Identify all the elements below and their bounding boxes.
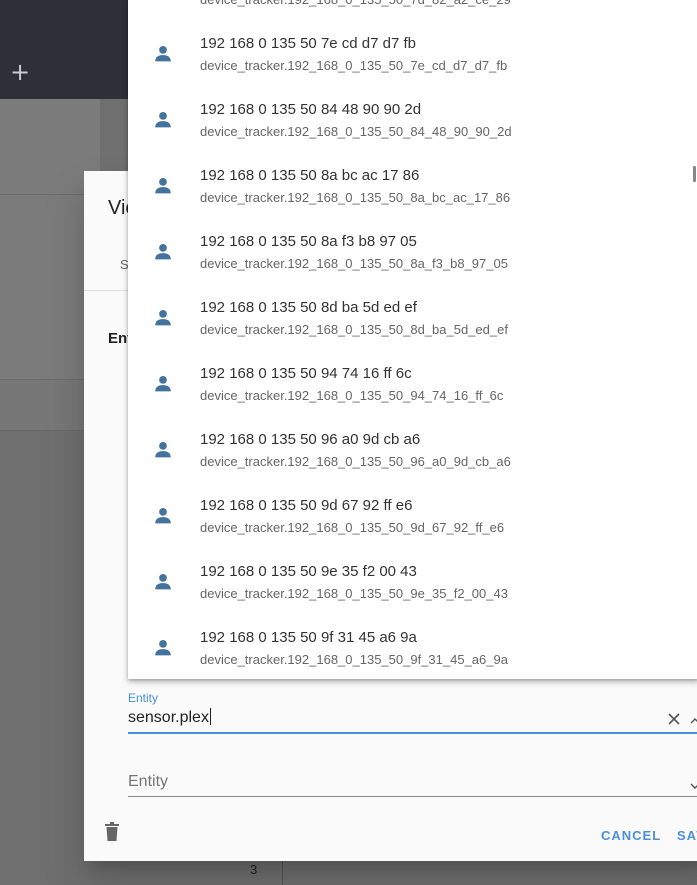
- person-icon: [152, 505, 174, 527]
- person-icon: [152, 307, 174, 329]
- person-icon: [152, 571, 174, 593]
- list-item-secondary: device_tracker.192_168_0_135_50_8a_f3_b8…: [200, 256, 508, 271]
- entity-input-underline: [128, 732, 697, 734]
- list-item[interactable]: 192 168 0 135 50 96 a0 9d cb a6 device_tr…: [128, 420, 697, 486]
- list-item-secondary: device_tracker.192_168_0_135_50_8d_ba_5d…: [200, 322, 508, 337]
- close-icon[interactable]: [666, 711, 682, 727]
- trash-icon[interactable]: [104, 822, 120, 842]
- person-icon: [152, 373, 174, 395]
- list-item[interactable]: 192 168 0 135 50 9e 35 f2 00 43 device_tr…: [128, 552, 697, 618]
- list-item-primary: 192 168 0 135 50 8a f3 b8 97 05: [200, 233, 417, 250]
- list-item[interactable]: 192 168 0 135 50 8d ba 5d ed ef device_tr…: [128, 288, 697, 354]
- list-item[interactable]: 192 168 0 135 50 8a bc ac 17 86 device_tr…: [128, 156, 697, 222]
- list-item[interactable]: 192 168 0 135 50 7d 82 a2 ce 29device_tr…: [128, 0, 697, 24]
- list-item[interactable]: 192 168 0 135 50 7e cd d7 d7 fb device_tr…: [128, 24, 697, 90]
- cancel-button[interactable]: CANCEL: [601, 828, 661, 843]
- list-item-primary: 192 168 0 135 50 8d ba 5d ed ef: [200, 299, 417, 316]
- list-item-primary: 192 168 0 135 50 84 48 90 90 2d: [200, 101, 422, 118]
- list-item-secondary: device_tracker.192_168_0_135_50_9f_31_45…: [200, 652, 508, 667]
- list-item-primary: 192 168 0 135 50 8a bc ac 17 86: [200, 167, 420, 184]
- person-icon: [152, 43, 174, 65]
- list-item-secondary: device_tracker.192_168_0_135_50_94_74_16…: [200, 388, 504, 403]
- entity-dropdown-list[interactable]: 192 168 0 135 50 9f 31 45 a6 9a device_tr…: [128, 0, 697, 679]
- background-divider: [282, 860, 283, 885]
- entity-field-2-underline: [128, 796, 697, 797]
- chevron-down-icon[interactable]: [690, 781, 697, 791]
- chevron-up-icon[interactable]: [690, 716, 697, 726]
- list-item-secondary: device_tracker.192_168_0_135_50_7d_82_a2…: [200, 0, 511, 7]
- person-icon: [152, 439, 174, 461]
- list-item-primary: 192 168 0 135 50 9d 67 92 ff e6: [200, 497, 413, 514]
- person-icon: [152, 175, 174, 197]
- list-item[interactable]: 192 168 0 135 50 94 74 16 ff 6c device_tr…: [128, 354, 697, 420]
- list-item-secondary: device_tracker.192_168_0_135_50_7e_cd_d7…: [200, 58, 508, 73]
- list-item-primary: 192 168 0 135 50 96 a0 9d cb a6: [200, 431, 421, 448]
- list-item[interactable]: 192 168 0 135 50 9d 67 92 ff e6 device_tr…: [128, 486, 697, 552]
- entity-input[interactable]: sensor.plex: [128, 708, 688, 732]
- entity-field-label: Entity: [128, 691, 159, 705]
- scrollbar-thumb[interactable]: [693, 166, 696, 182]
- person-icon: [152, 637, 174, 659]
- list-item-primary: 192 168 0 135 50 9e 35 f2 00 43: [200, 563, 417, 580]
- person-icon: [152, 241, 174, 263]
- entity-input-value: sensor.plex: [128, 709, 209, 726]
- background-number: 3: [250, 862, 258, 877]
- list-item-secondary: device_tracker.192_168_0_135_50_84_48_90…: [200, 124, 512, 139]
- list-item-secondary: device_tracker.192_168_0_135_50_9d_67_92…: [200, 520, 505, 535]
- person-icon: [152, 109, 174, 131]
- save-button[interactable]: SAV: [677, 828, 697, 843]
- list-item[interactable]: 192 168 0 135 50 9f 31 45 a6 9a device_tr…: [128, 618, 697, 679]
- text-caret: [209, 708, 211, 725]
- list-item-secondary: device_tracker.192_168_0_135_50_9e_35_f2…: [200, 586, 508, 601]
- list-item-secondary: device_tracker.192_168_0_135_50_96_a0_9d…: [200, 454, 511, 469]
- list-item-primary: 192 168 0 135 50 9f 31 45 a6 9a: [200, 629, 417, 646]
- list-item-secondary: device_tracker.192_168_0_135_50_8a_bc_ac…: [200, 190, 511, 205]
- list-item-primary: 192 168 0 135 50 7e cd d7 d7 fb: [200, 35, 417, 52]
- list-item[interactable]: 192 168 0 135 50 84 48 90 90 2d device_tr…: [128, 90, 697, 156]
- entity-field-2-placeholder[interactable]: Entity: [128, 773, 168, 791]
- add-icon[interactable]: +: [10, 60, 30, 84]
- list-item[interactable]: 192 168 0 135 50 8a f3 b8 97 05 device_tr…: [128, 222, 697, 288]
- list-item-primary: 192 168 0 135 50 94 74 16 ff 6c: [200, 365, 412, 382]
